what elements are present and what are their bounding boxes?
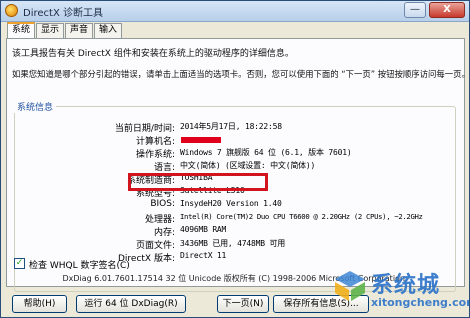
language-value: 中文(简体) (区域设置: 中文(简体)) (180, 161, 316, 170)
tab-system[interactable]: 系统 (7, 22, 35, 39)
system-info-title: 系统信息 (14, 100, 57, 113)
processor-value: Intel(R) Core(TM)2 Duo CPU T6600 @ 2.20G… (180, 212, 423, 221)
os-value: Windows 7 旗舰版 64 位 (6.1, 版本 7601) (180, 148, 352, 157)
run-64bit-dxdiag-button[interactable]: 运行 64 位 DxDiag(R) (76, 295, 186, 313)
help-button[interactable]: 帮助(H) (12, 295, 67, 313)
os-label: 操作系统: (135, 150, 175, 160)
language-label: 语言: (153, 163, 175, 173)
info-row-processor: 处理器: Intel(R) Core(TM)2 Duo CPU T6600 @ … (15, 212, 455, 225)
close-button[interactable]: X (429, 2, 465, 18)
info-row-os: 操作系统: Windows 7 旗舰版 64 位 (6.1, 版本 7601) (15, 147, 455, 160)
info-row-page-file: 页面文件: 3436MB 已用, 4748MB 可用 (15, 238, 455, 251)
memory-value: 4096MB RAM (180, 225, 227, 234)
info-row-datetime: 当前日期/时间: 2014年5月17日, 18:22:58 (15, 121, 455, 134)
memory-label: 内存: (153, 228, 175, 238)
intro-text-2: 如果您知道是哪个部分引起的错误，请单击上面适当的选项卡。否则，您可以使用下面的 … (12, 69, 470, 79)
watermark: 系统城 xitongcheng.com (331, 263, 470, 317)
datetime-label: 当前日期/时间: (114, 124, 175, 134)
model-highlight-box (128, 173, 268, 191)
page-file-value: 3436MB 已用, 4748MB 可用 (180, 239, 286, 248)
info-row-memory: 内存: 4096MB RAM (15, 225, 455, 238)
processor-label: 处理器: (144, 215, 175, 225)
whql-checkbox[interactable]: ✓ (14, 258, 25, 269)
title-bar[interactable]: DirectX 诊断工具 — X (1, 1, 469, 22)
intro-text-1: 该工具报告有关 DirectX 组件和安装在系统上的驱动程序的详细信息。 (12, 49, 294, 59)
info-row-computer-name: 计算机名: (15, 134, 455, 147)
directx-version-value: DirectX 11 (180, 251, 227, 260)
tab-display[interactable]: 显示 (36, 23, 64, 38)
next-page-button[interactable]: 下一页(N) (217, 295, 269, 313)
system-tab-panel: 该工具报告有关 DirectX 组件和安装在系统上的驱动程序的详细信息。 如果您… (6, 38, 469, 292)
computer-name-label: 计算机名: (135, 137, 175, 147)
directx-diagnostic-window: DirectX 诊断工具 — X 系统 显示 声音 输入 该工具报告有关 Dir… (0, 0, 470, 318)
watermark-logo-icon (335, 271, 365, 301)
minimize-button[interactable]: — (404, 2, 426, 18)
computer-name-redaction (181, 137, 221, 143)
whql-checkbox-label[interactable]: 检查 WHQL 数字签名(C) (29, 258, 130, 271)
info-row-bios: BIOS: InsydeH20 Version 1.40 (15, 199, 455, 211)
info-row-language: 语言: 中文(简体) (区域设置: 中文(简体)) (15, 160, 455, 173)
directx-app-icon (5, 4, 18, 17)
bios-value: InsydeH20 Version 1.40 (180, 199, 282, 208)
watermark-text: 系统城 (371, 273, 441, 298)
datetime-value: 2014年5月17日, 18:22:58 (180, 122, 282, 131)
tab-sound[interactable]: 声音 (65, 23, 93, 38)
watermark-url: xitongcheng.com (371, 296, 470, 309)
window-title: DirectX 诊断工具 (23, 8, 103, 19)
bios-label: BIOS: (150, 199, 175, 209)
page-file-label: 页面文件: (135, 241, 175, 251)
tab-input[interactable]: 输入 (94, 23, 122, 38)
